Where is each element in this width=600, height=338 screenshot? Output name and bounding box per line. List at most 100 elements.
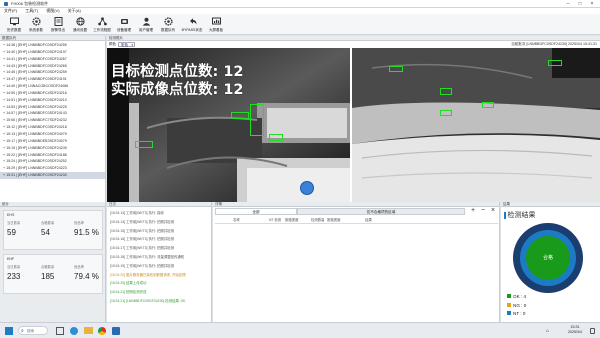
column-header[interactable]: 名称 <box>233 217 240 224</box>
system-params-button[interactable]: 系统参数 <box>24 15 48 34</box>
legend-swatch <box>507 311 511 315</box>
queue-row[interactable]: + 14:50 | [EHF] LNNBBDFC4SDF24216 <box>0 90 105 97</box>
workflow-button[interactable]: 工作流程图 <box>90 15 114 34</box>
queue-row[interactable]: + 15:29 | [EHF] LNNBBDFC0SDF24223 <box>0 165 105 172</box>
minimize-icon[interactable]: – <box>563 0 573 8</box>
log-panel: 日志 [15:31:14] 工作用[WKT3] 执行: 接收 [15:31:14]… <box>107 202 212 322</box>
card-title: EHS <box>7 213 15 217</box>
color-mode-label: 颜色 <box>109 42 116 46</box>
detection-box <box>389 66 403 72</box>
history-data-button[interactable]: 历史数据 <box>2 15 26 34</box>
legend-nt: NT : 0 <box>507 310 526 319</box>
globe-icon <box>75 17 85 26</box>
queue-row[interactable]: + 14:41 | [EHF] LNNBBDFC0SDF24267 <box>0 56 105 63</box>
queue-row[interactable]: + 14:51 | [EHF] LNNBBDFC0SDF24210 <box>0 97 105 104</box>
gear-icon <box>31 17 41 26</box>
pass-rate-value: 79.4 % <box>74 272 99 281</box>
taskbar-app-inspection[interactable] <box>112 327 120 335</box>
tab-ng-only[interactable]: 仅不合格项的区域 <box>297 208 465 215</box>
alarm-export-button[interactable]: 报警导出 <box>46 15 70 34</box>
title-bar: FH006 包装检测软件 – □ × <box>0 0 600 8</box>
queue-row[interactable]: + 15:13 | [EHF] LNNBBDFC0SDF24079 <box>0 131 105 138</box>
pass-count-value: 54 <box>41 228 50 237</box>
queue-row[interactable]: + 14:43 | [EHF] LNNBBDFC0SDF24265 <box>0 63 105 70</box>
log-line: [15:31:17] 工作用[WKT3] 执行: 拍照并检测 <box>110 246 175 251</box>
pass-rate-value: 91.5 % <box>74 228 99 237</box>
log-line: [15:31:21] [LNNBBDFC0SDF24230] 检测结果: OK <box>110 298 186 303</box>
log-line: [15:31:14] 工作用[WKT3] 执行: 拍照并检测 <box>110 219 175 224</box>
user-icon <box>142 17 151 26</box>
detection-box <box>440 88 452 95</box>
queue-row[interactable]: + 14:38 | [EHF] LNNBBDFC0SDF24259 <box>0 42 105 49</box>
taskbar-app-explorer[interactable] <box>84 327 93 334</box>
image-panel: 检测照片 颜色 彩色 ▾ 当前批次 [LNNBBDFC0SDF24230] 20… <box>107 36 600 202</box>
device-mgmt-button[interactable]: 设备管理 <box>112 15 136 34</box>
queue-row[interactable]: + 15:31 | [EHF] LNNBBDFC0SDF24230 <box>0 172 105 179</box>
tab-all[interactable]: 全部 <box>215 208 297 215</box>
queue-row[interactable]: + 15:17 | [EHF] LNNBBDEB3SDF24079 <box>0 138 105 145</box>
window-title: FH006 包装检测软件 <box>11 0 49 6</box>
taskbar-search-box[interactable]: ⌕ 搜索 <box>18 326 48 335</box>
pass-count-value: 185 <box>41 272 55 281</box>
dashboard-button[interactable]: 大屏看板 <box>204 15 228 34</box>
comm-settings-button[interactable]: 通讯设置 <box>68 15 92 34</box>
data-queue-button[interactable]: 数据队列 <box>156 15 180 34</box>
panel-header: 结果 <box>501 202 600 207</box>
user-mgmt-button[interactable]: 用户管理 <box>134 15 158 34</box>
maximize-icon[interactable]: □ <box>575 0 585 8</box>
taskbar-app-chrome[interactable] <box>98 327 106 335</box>
legend-swatch <box>507 302 511 307</box>
chevron-down-icon: ▾ <box>131 43 133 47</box>
windows-start-icon[interactable] <box>5 327 13 335</box>
add-button[interactable]: + <box>471 207 475 215</box>
search-icon: ⌕ <box>21 328 24 334</box>
queue-row[interactable]: + 14:47 | [EHF] LNNBBDFC0SDF24191 <box>0 76 105 83</box>
result-panel: 结果 检测结果 合格 OK : 4 NG : 0 NT : 0 <box>501 202 600 322</box>
bypass-button[interactable]: BYPASS状态 <box>180 15 204 34</box>
column-header[interactable]: 胶路宽度 <box>285 217 299 224</box>
column-header[interactable]: 检测数量 <box>311 217 325 224</box>
undo-icon <box>188 17 197 26</box>
legend-ok: OK : 4 <box>507 293 526 302</box>
notification-icon[interactable] <box>590 328 595 334</box>
camera-image-right[interactable] <box>352 48 600 202</box>
tray-network-icon[interactable]: ⌂ <box>546 328 549 334</box>
log-line: [15:31:16] 工作用[WKT3] 执行: 拍照并检测 <box>110 237 175 242</box>
color-mode-select[interactable]: 彩色 ▾ <box>118 42 135 47</box>
task-view-icon[interactable] <box>56 327 64 335</box>
detection-box <box>482 102 494 108</box>
column-header[interactable]: 胶路宽度 <box>327 217 341 224</box>
column-header[interactable]: NT 检测 <box>269 217 281 224</box>
camera-image-left[interactable]: 目标检测点位数: 12 实际成像点位数: 12 <box>107 48 350 202</box>
column-header[interactable]: 结果 <box>365 217 372 224</box>
panel-header: 统计 <box>0 202 105 207</box>
gear-icon <box>163 17 173 26</box>
queue-row[interactable]: + 14:45 | [EHF] LNNBBDFC0SDF24259 <box>0 69 105 76</box>
queue-row[interactable]: + 14:49 | [EHF] LNNACOBCOSDF24086 <box>0 83 105 90</box>
image-area: 目标检测点位数: 12 实际成像点位数: 12 <box>107 48 600 202</box>
queue-row[interactable]: + 15:12 | [EHF] LNNBBDFC0SDF24218 <box>0 124 105 131</box>
queue-row[interactable]: + 15:06 | [EHF] LNNBBDFC7SDF24232 <box>0 117 105 124</box>
queue-row[interactable]: + 14:53 | [EHF] LNNBBDFC0SDF24225 <box>0 104 105 111</box>
taskbar-app-edge[interactable] <box>70 327 78 335</box>
queue-row[interactable]: + 15:19 | [EHF] LNNBBDFC0SDF24249 <box>0 145 105 152</box>
queue-row[interactable]: + 15:22 | [EHF] LNNBBDFC0SDF24186 <box>0 152 105 159</box>
taskbar: ⌕ 搜索 ⌂ 15:31 2025/3/4 <box>0 322 600 338</box>
detail-panel: 详情 全部 仅不合格项的区域 + − × 名称 NT 检测 胶路宽度 检测数量 胶路宽度… <box>213 202 500 322</box>
app-icon <box>4 1 8 6</box>
tray-clock[interactable]: 15:31 2025/3/4 <box>562 325 588 335</box>
queue-row[interactable]: + 15:24 | [EHF] LNNBBDFC0SDF24252 <box>0 158 105 165</box>
stats-card-ehs: EHS 当日数量 59 合格数量 54 良品率 91.5 % <box>3 210 103 250</box>
queue-row[interactable]: + 14:57 | [EHF] LNNBBDFC0SDF24143 <box>0 110 105 117</box>
queue-list: + 14:38 | [EHF] LNNBBDFC0SDF24259 + 14:40… <box>0 41 105 179</box>
detection-box <box>440 110 452 116</box>
result-title: 检测结果 <box>504 210 536 220</box>
queue-row[interactable]: + 14:40 | [EHF] LNNBBDFC0SDF24197 <box>0 49 105 56</box>
close-icon[interactable]: × <box>587 0 597 8</box>
log-line: [15:31:18] 工作用[WKT3] 执行: 流量调整回传通知 <box>110 254 185 259</box>
legend-ng: NG : 0 <box>507 302 526 311</box>
log-line: [15:31:14] 工作用[WKT3] 执行: 接收 <box>110 211 164 215</box>
remove-button[interactable]: − <box>481 207 485 215</box>
close-panel-button[interactable]: × <box>491 207 495 215</box>
detection-box <box>135 141 153 148</box>
